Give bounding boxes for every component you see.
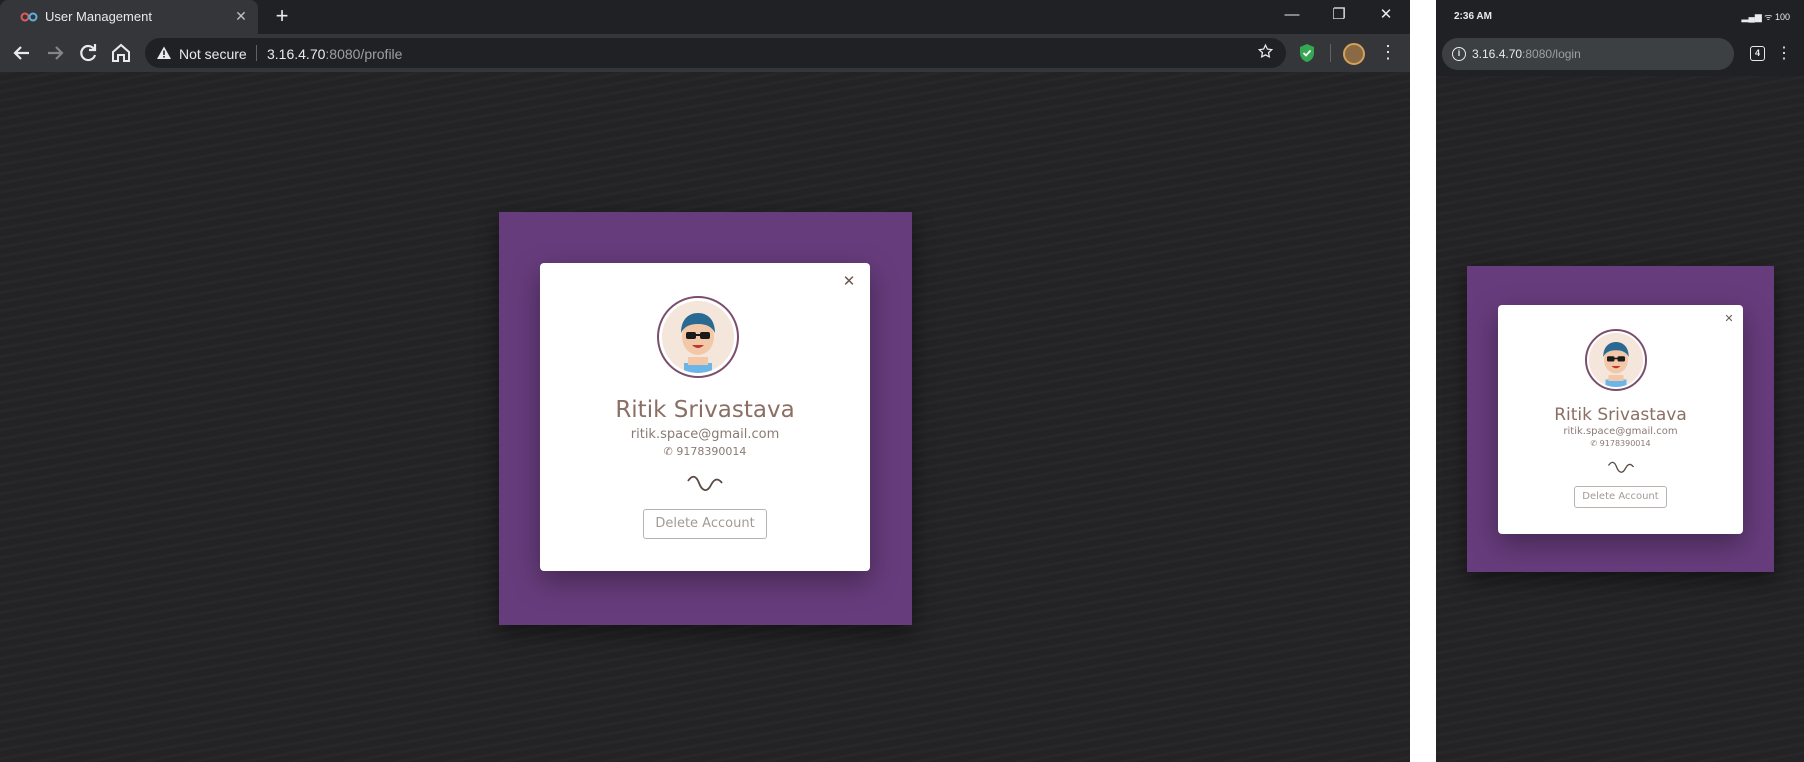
- close-window-button[interactable]: ✕: [1372, 4, 1400, 26]
- mobile-profile-card: ✕ Ritik Srivastava ritik.space@gmail.com…: [1498, 305, 1743, 534]
- mobile-squiggle-divider-icon: [1607, 461, 1635, 473]
- app-favicon-icon: [20, 12, 38, 22]
- mobile-avatar-ring: [1585, 329, 1647, 391]
- mobile-profile-name: Ritik Srivastava: [1554, 405, 1687, 425]
- tab-switcher-icon[interactable]: 4: [1750, 46, 1765, 61]
- mobile-phone-number: 9178390014: [1599, 439, 1651, 448]
- profile-phone: ✆ 9178390014: [540, 445, 870, 458]
- tab-title: User Management: [45, 9, 152, 24]
- squiggle-divider-icon: [687, 475, 723, 491]
- mobile-close-icon[interactable]: ✕: [1722, 312, 1736, 326]
- profile-email: ritik.space@gmail.com: [630, 427, 780, 442]
- tab-strip: User Management ✕ + — ❐ ✕: [0, 0, 1410, 34]
- mobile-delete-account-button[interactable]: Delete Account: [1574, 486, 1667, 508]
- status-time: 2:36 AM: [1454, 11, 1492, 22]
- toolbar-divider: [1330, 44, 1331, 62]
- profile-card: ✕ Ritik Srivastava ritik.space@gmail.com…: [540, 263, 870, 571]
- shield-extension-icon[interactable]: [1298, 43, 1316, 63]
- phone-number: 9178390014: [676, 445, 747, 458]
- delete-account-button[interactable]: Delete Account: [643, 509, 767, 539]
- mobile-address-bar[interactable]: i 3.16.4.70:8080/login: [1442, 38, 1734, 70]
- star-icon[interactable]: [1257, 43, 1274, 60]
- home-icon[interactable]: [109, 41, 133, 65]
- status-bar: 2:36 AM ▂▄▆ ᯤ 100: [1436, 0, 1804, 34]
- mobile-menu-dots-icon[interactable]: ⋮: [1776, 43, 1792, 63]
- mobile-browser-screen: 2:36 AM ▂▄▆ ᯤ 100 i 3.16.4.70:8080/login…: [1436, 0, 1804, 762]
- not-secure-label[interactable]: Not secure: [179, 46, 247, 62]
- info-icon[interactable]: i: [1452, 47, 1466, 61]
- address-bar[interactable]: Not secure 3.16.4.70:8080/profile: [145, 38, 1286, 68]
- status-icons: ▂▄▆ ᯤ 100: [1741, 12, 1790, 22]
- avatar-ring: [657, 296, 739, 378]
- mobile-profile-email: ritik.space@gmail.com: [1563, 426, 1678, 437]
- desktop-browser-window: User Management ✕ + — ❐ ✕ Not secure 3.1…: [0, 0, 1410, 762]
- page-content: ✕ Ritik Srivastava ritik.space@gmail.com…: [0, 72, 1410, 762]
- back-arrow-icon[interactable]: [10, 41, 34, 65]
- tab-close-icon[interactable]: ✕: [232, 7, 250, 25]
- phone-icon: ✆: [663, 445, 673, 458]
- new-tab-button[interactable]: +: [270, 5, 294, 29]
- url-host: 3.16.4.70: [267, 46, 326, 62]
- mobile-url-path: :8080/login: [1522, 47, 1581, 61]
- mobile-avatar-illustration-icon: [1589, 333, 1643, 387]
- mobile-page-content: ✕ Ritik Srivastava ritik.space@gmail.com…: [1436, 76, 1804, 762]
- tab-user-management[interactable]: User Management ✕: [0, 0, 258, 34]
- avatar: [662, 301, 734, 373]
- mobile-url-text[interactable]: 3.16.4.70:8080/login: [1472, 47, 1581, 61]
- reload-icon[interactable]: [76, 41, 100, 65]
- menu-dots-icon[interactable]: ⋮: [1378, 42, 1398, 63]
- browser-toolbar: Not secure 3.16.4.70:8080/profile: [0, 34, 1410, 72]
- mobile-phone-icon: ✆: [1590, 439, 1598, 448]
- avatar-illustration-icon: [662, 301, 734, 373]
- close-icon[interactable]: ✕: [840, 273, 858, 291]
- warning-icon[interactable]: [156, 45, 172, 61]
- url-path: :8080/profile: [325, 46, 403, 62]
- url-text[interactable]: 3.16.4.70:8080/profile: [267, 46, 402, 62]
- mobile-url-host: 3.16.4.70: [1472, 47, 1523, 61]
- mobile-profile-phone: ✆ 9178390014: [1498, 439, 1743, 448]
- mobile-avatar: [1589, 333, 1643, 387]
- omnibox-divider: [256, 45, 257, 61]
- screenshot-divider: [1410, 0, 1436, 762]
- restore-button[interactable]: ❐: [1325, 4, 1353, 26]
- minimize-button[interactable]: —: [1278, 4, 1306, 26]
- avatar-icon[interactable]: [1343, 43, 1365, 65]
- profile-name: Ritik Srivastava: [615, 397, 795, 423]
- forward-arrow-icon[interactable]: [43, 41, 67, 65]
